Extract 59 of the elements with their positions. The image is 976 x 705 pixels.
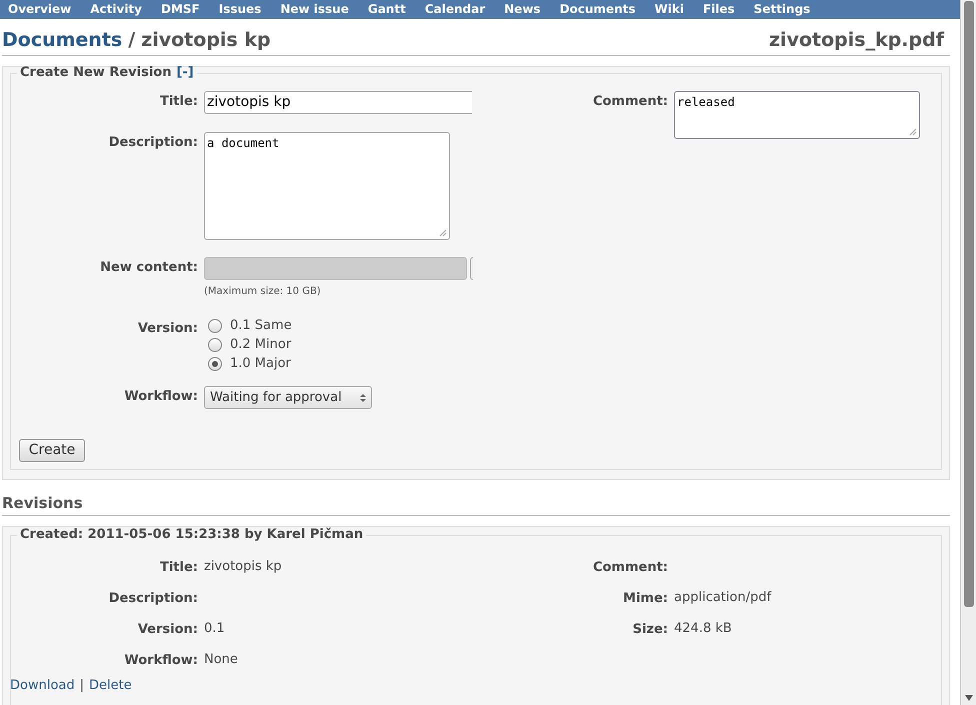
scroll-down-arrow-icon[interactable] [964,695,972,701]
resize-grip-icon[interactable] [909,128,917,136]
field-value: application/pdf [674,589,772,604]
create-button[interactable]: Create [19,439,85,462]
page-title: zivotopis kp [141,28,271,53]
workflow-select[interactable]: Waiting for approval [204,386,372,409]
field-value: None [204,651,238,666]
file-input-field[interactable] [204,257,467,280]
field-value: 424.8 kB [674,620,732,635]
menu-tab[interactable]: Files [702,0,735,19]
menu-tab[interactable]: Wiki [654,0,684,19]
radio-button[interactable] [208,319,222,333]
link-separator: | [80,677,84,695]
menu-tab[interactable]: New issue [280,0,349,19]
field-label: Description: [108,590,199,604]
revision-action-link[interactable]: Delete [89,676,132,696]
version-option-label: 1.0 Major [230,355,291,374]
breadcrumb-separator: / [128,28,136,53]
menu-tab[interactable]: Documents [560,0,636,19]
radio-button[interactable] [208,357,222,371]
up-down-arrows-icon [360,392,366,402]
field-label: Size: [632,621,669,635]
browse-button[interactable] [470,257,473,280]
menu-tab[interactable]: Activity [90,0,142,19]
field-value: zivotopis kp [204,558,282,573]
field-label: Version: [136,320,199,338]
field-label: Comment: [592,559,669,573]
revision-action-link[interactable]: Download [10,676,75,696]
version-option-label: 0.1 Same [230,317,292,336]
resize-grip-icon[interactable] [439,229,447,237]
menu-tab[interactable]: News [504,0,541,19]
field-label: Description: [108,134,199,152]
field-label: Title: [158,559,199,573]
field-label: Title: [158,93,199,111]
comment-text-area[interactable]: released [674,91,920,139]
file-name: zivotopis_kp.pdf [769,28,946,53]
collapse-toggle-link[interactable]: [-] [176,65,194,81]
fieldset-legend: Create New Revision [20,65,172,81]
breadcrumb-link[interactable]: Documents [2,27,122,53]
menu-tab[interactable]: Settings [754,0,810,19]
field-label: New content: [99,259,199,277]
menu-tab[interactable]: Overview [8,0,72,19]
max-size-hint: (Maximum size: 10 GB) [204,285,322,299]
field-label: Comment: [592,93,669,111]
menu-tab[interactable]: Gantt [368,0,406,19]
menu-tab[interactable]: Issues [218,0,262,19]
field-label: Version: [136,621,199,635]
section-heading: Revisions [2,493,84,513]
revision-legend: Created: 2011-05-06 15:23:38 by Karel Pičman [17,527,366,543]
menu-tab[interactable]: DMSF [161,0,200,19]
menu-tab[interactable]: Calendar [424,0,486,19]
title-input-field[interactable]: zivotopis kp [204,91,472,114]
field-label: Mime: [622,590,669,604]
field-label: Workflow: [123,388,199,406]
description-text-area[interactable]: a document [204,132,450,240]
field-label: Workflow: [123,652,199,666]
version-option-label: 0.2 Minor [230,336,292,354]
radio-button[interactable] [208,338,222,352]
field-value: 0.1 [204,620,225,635]
